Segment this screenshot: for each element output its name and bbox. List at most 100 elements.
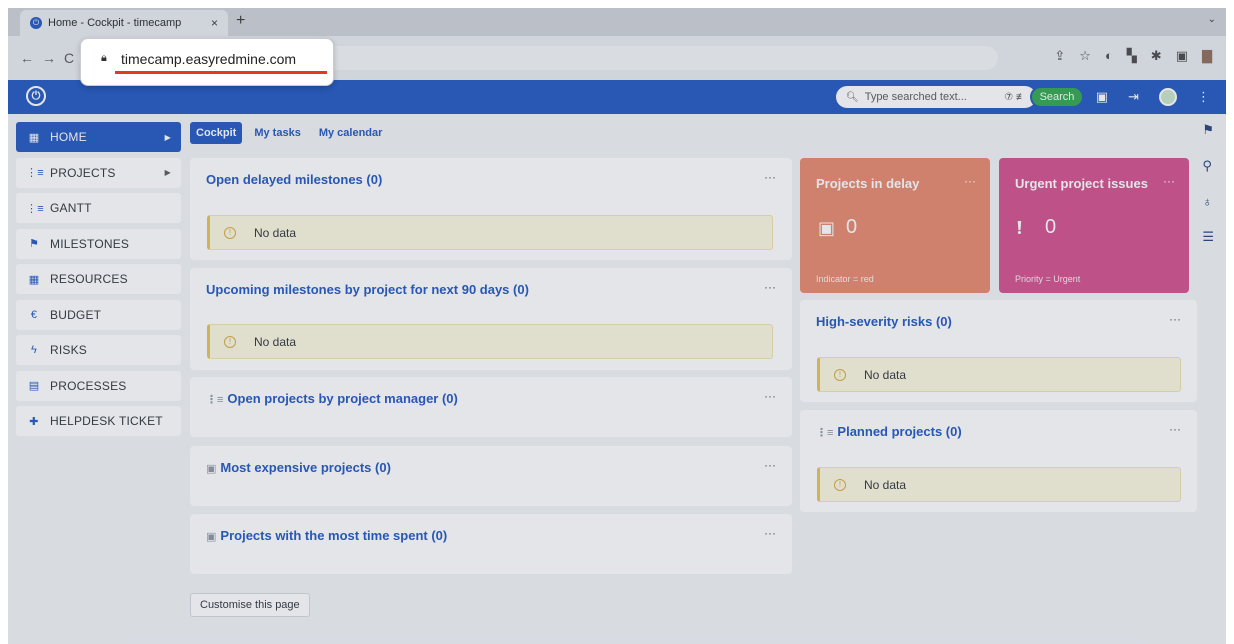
no-data-notice: ! No data [817, 467, 1181, 502]
widget-title[interactable]: Upcoming milestones by project for next … [206, 282, 529, 297]
kpi-urgent-project-issues[interactable]: Urgent project issues ··· ❗︎ 0 Priority … [999, 158, 1189, 293]
budget-icon: ▣ [206, 531, 217, 543]
widget-title-wrap[interactable]: ▣ Most expensive projects (0) [206, 460, 391, 475]
widget-most-expensive-projects: ▣ Most expensive projects (0) ··· [190, 446, 792, 506]
budget-icon: ▣ [206, 463, 217, 475]
more-horizontal-icon[interactable]: ··· [1163, 174, 1175, 188]
sidebar-item-home[interactable]: ▦ HOME ▶ [16, 122, 181, 152]
euro-icon: € [30, 308, 38, 321]
app-logo-icon[interactable]: ⏻ [26, 86, 46, 106]
kpi-footer: Indicator = red [816, 274, 874, 284]
sidebar-item-budget[interactable]: € BUDGET [16, 299, 181, 330]
back-icon[interactable]: ← [20, 50, 34, 66]
resources-icon: ▦ [28, 273, 40, 286]
sidebar-item-risks[interactable]: ϟ RISKS [16, 335, 181, 365]
extension-icon[interactable]: ◐ [1105, 48, 1113, 64]
search-input[interactable]: 🔍︎ Type searched text... ⑦ ≢ [836, 86, 1036, 108]
tab-my-calendar[interactable]: My calendar [313, 122, 389, 144]
widget-title-wrap[interactable]: ⋮≡ Open projects by project manager (0) [206, 391, 458, 406]
sidebar-item-milestones[interactable]: ⚑ MILESTONES [16, 228, 181, 259]
home-icon: ▦ [28, 131, 40, 144]
more-horizontal-icon[interactable]: ··· [964, 174, 976, 188]
no-data-text: No data [864, 367, 907, 382]
browser-tab[interactable]: ⏻ Home - Cockpit - timecamp × [20, 10, 228, 36]
widget-title-wrap[interactable]: ⋮≡ Planned projects (0) [816, 424, 962, 439]
flag-icon[interactable]: ⚑ [1202, 122, 1214, 138]
new-tab-icon[interactable]: + [236, 12, 245, 30]
reload-icon[interactable]: C [64, 50, 74, 66]
share-icon[interactable]: ⇪ [1054, 48, 1065, 64]
url-popup[interactable]: 🔒︎ timecamp.easyredmine.com [80, 38, 334, 86]
flag-icon: ⚑ [28, 238, 40, 250]
url-underline [115, 71, 327, 74]
header-icons: ▣ ⇥ ⋮ [1096, 88, 1210, 106]
calendar-icon[interactable]: ▣ [1096, 89, 1108, 105]
more-horizontal-icon[interactable]: ··· [764, 389, 776, 403]
sidebar-item-label: HELPDESK TICKET [50, 414, 163, 428]
no-data-notice: ! No data [817, 357, 1181, 392]
checklist-icon[interactable]: ☰ [1202, 229, 1214, 245]
kpi-title: Projects in delay [816, 176, 920, 191]
widget-most-time-spent: ▣ Projects with the most time spent (0) ·… [190, 514, 792, 574]
bookmark-star-icon[interactable]: ☆ [1079, 48, 1091, 64]
sidebar-item-helpdesk-ticket[interactable]: ✚ HELPDESK TICKET [16, 406, 181, 436]
widget-title: Planned projects (0) [837, 424, 962, 439]
projects-icon: ⋮≡ [26, 167, 44, 179]
more-horizontal-icon[interactable]: ··· [764, 280, 776, 294]
calendar-icon: ▣ [818, 218, 836, 238]
exclamation-icon: ❗︎ [1017, 218, 1022, 238]
kpi-value: 0 [846, 216, 858, 238]
main-area: ▦ HOME ▶ ⋮≡ PROJECTS ▶ ⋮≡ GANTT ⚑ MILEST… [8, 114, 1226, 644]
sidebar-item-label: HOME [50, 130, 87, 144]
more-icon[interactable]: ⋮ [1197, 89, 1210, 105]
lightbulb-icon[interactable]: ♁ [1202, 194, 1214, 209]
extension-icons: ⇪ ☆ ◐ ▚ ✱ ▣ ▇ [1054, 48, 1212, 64]
widget-title[interactable]: Open delayed milestones (0) [206, 172, 382, 187]
more-horizontal-icon[interactable]: ··· [764, 458, 776, 472]
more-horizontal-icon[interactable]: ··· [1169, 312, 1181, 326]
widget-title[interactable]: High-severity risks (0) [816, 314, 952, 329]
sidepanel-icon[interactable]: ▣ [1176, 48, 1188, 64]
sidebar-item-label: PROCESSES [50, 378, 127, 393]
close-icon[interactable]: × [211, 16, 218, 30]
widget-title: Projects with the most time spent (0) [220, 528, 448, 543]
tab-my-tasks[interactable]: My tasks [248, 122, 306, 144]
search-options-icon[interactable]: ⑦ ≢ [1004, 92, 1026, 103]
plus-square-icon: ✚ [29, 415, 39, 428]
sidebar-item-resources[interactable]: ▦ RESOURCES [16, 264, 181, 294]
chevron-right-icon: ▶ [164, 132, 171, 142]
projects-icon: ⋮≡ [816, 427, 834, 439]
widget-title: Most expensive projects (0) [220, 460, 391, 475]
search-placeholder: Type searched text... [864, 91, 967, 103]
logout-icon[interactable]: ⇥ [1128, 89, 1139, 105]
info-icon: ! [834, 368, 846, 381]
tab-cockpit[interactable]: Cockpit [190, 122, 243, 144]
info-icon: ! [834, 478, 846, 491]
sidebar-item-gantt[interactable]: ⋮≡ GANTT [16, 193, 181, 223]
forward-icon[interactable]: → [42, 50, 56, 66]
widget-title-wrap[interactable]: ▣ Projects with the most time spent (0) [206, 528, 447, 543]
customise-page-button[interactable]: Customise this page [190, 593, 310, 617]
profile-icon[interactable]: ▇ [1202, 48, 1212, 64]
user-search-icon[interactable]: ⚲ [1202, 158, 1214, 174]
sidebar: ▦ HOME ▶ ⋮≡ PROJECTS ▶ ⋮≡ GANTT ⚑ MILEST… [16, 122, 181, 442]
sidebar-item-label: RESOURCES [50, 272, 128, 286]
tab-search-icon[interactable]: ⌄ [1208, 14, 1216, 25]
info-icon: ! [224, 335, 236, 348]
more-horizontal-icon[interactable]: ··· [764, 170, 776, 184]
puzzle-icon[interactable]: ✱ [1151, 48, 1162, 64]
sidebar-item-label: GANTT [50, 201, 92, 215]
url-text[interactable]: timecamp.easyredmine.com [121, 51, 296, 67]
more-horizontal-icon[interactable]: ··· [1169, 422, 1181, 436]
widget-planned-projects: ⋮≡ Planned projects (0) ··· ! No data [800, 410, 1197, 512]
avatar[interactable] [1159, 88, 1177, 106]
more-horizontal-icon[interactable]: ··· [764, 526, 776, 540]
search-button[interactable]: Search [1030, 86, 1084, 108]
sidebar-item-label: PROJECTS [50, 165, 116, 180]
sidebar-item-processes[interactable]: ▤ PROCESSES [16, 370, 181, 401]
kpi-projects-in-delay[interactable]: Projects in delay ··· ▣ 0 Indicator = re… [800, 158, 990, 293]
translate-icon[interactable]: ▚ [1127, 48, 1137, 64]
no-data-text: No data [254, 225, 297, 240]
sidebar-item-projects[interactable]: ⋮≡ PROJECTS ▶ [16, 157, 181, 188]
sidebar-item-label: RISKS [50, 343, 88, 357]
